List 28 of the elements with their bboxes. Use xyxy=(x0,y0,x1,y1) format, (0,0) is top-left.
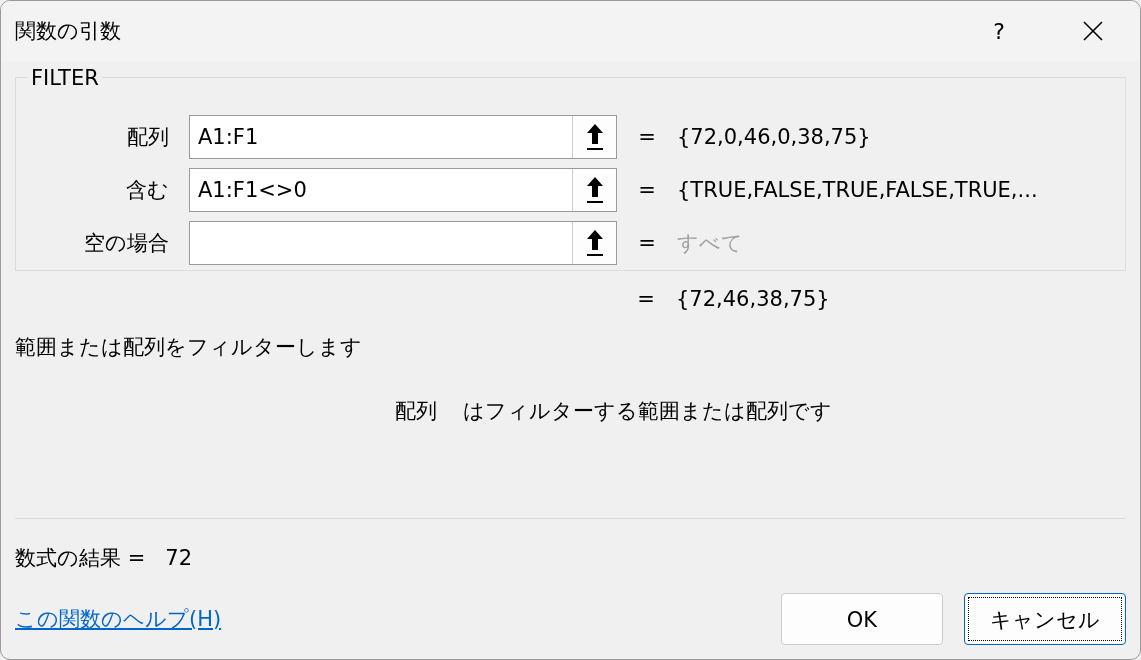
window-title: 関数の引数 xyxy=(15,18,122,45)
formula-result-value: 72 xyxy=(165,546,192,570)
close-icon xyxy=(1083,21,1103,41)
argument-field[interactable]: A1:F1<>0 xyxy=(189,167,617,212)
equals-sign: = xyxy=(637,230,657,255)
argument-result: {72,0,46,0,38,75} xyxy=(677,124,871,149)
argument-description: はフィルターする範囲または配列です xyxy=(463,398,832,425)
equals-sign: = xyxy=(637,177,657,202)
equals-sign: = xyxy=(637,124,657,149)
argument-label: 含む xyxy=(125,176,170,204)
cancel-button[interactable]: キャンセル xyxy=(964,593,1126,645)
up-arrow-icon xyxy=(584,175,605,204)
argument-field[interactable]: A1:F1 xyxy=(189,114,617,159)
function-result: {72,46,38,75} xyxy=(676,287,830,311)
function-description: 範囲または配列をフィルターします xyxy=(15,334,363,361)
help-link[interactable]: この関数のヘルプ(H) xyxy=(15,605,222,633)
argument-name: 配列 xyxy=(395,398,437,425)
equals-sign: = xyxy=(636,287,656,311)
argument-field[interactable] xyxy=(189,220,617,265)
up-arrow-icon xyxy=(584,122,605,151)
argument-label: 配列 xyxy=(126,123,170,151)
formula-result-label: 数式の結果 = xyxy=(15,545,146,572)
up-arrow-icon xyxy=(584,228,605,257)
ok-button[interactable]: OK xyxy=(781,593,943,645)
argument-label: 空の場合 xyxy=(83,229,170,257)
argument-result: {TRUE,FALSE,TRUE,FALSE,TRUE,... xyxy=(677,177,1038,202)
help-button[interactable]: ? xyxy=(952,1,1046,61)
argument-result: すべて xyxy=(677,229,743,257)
